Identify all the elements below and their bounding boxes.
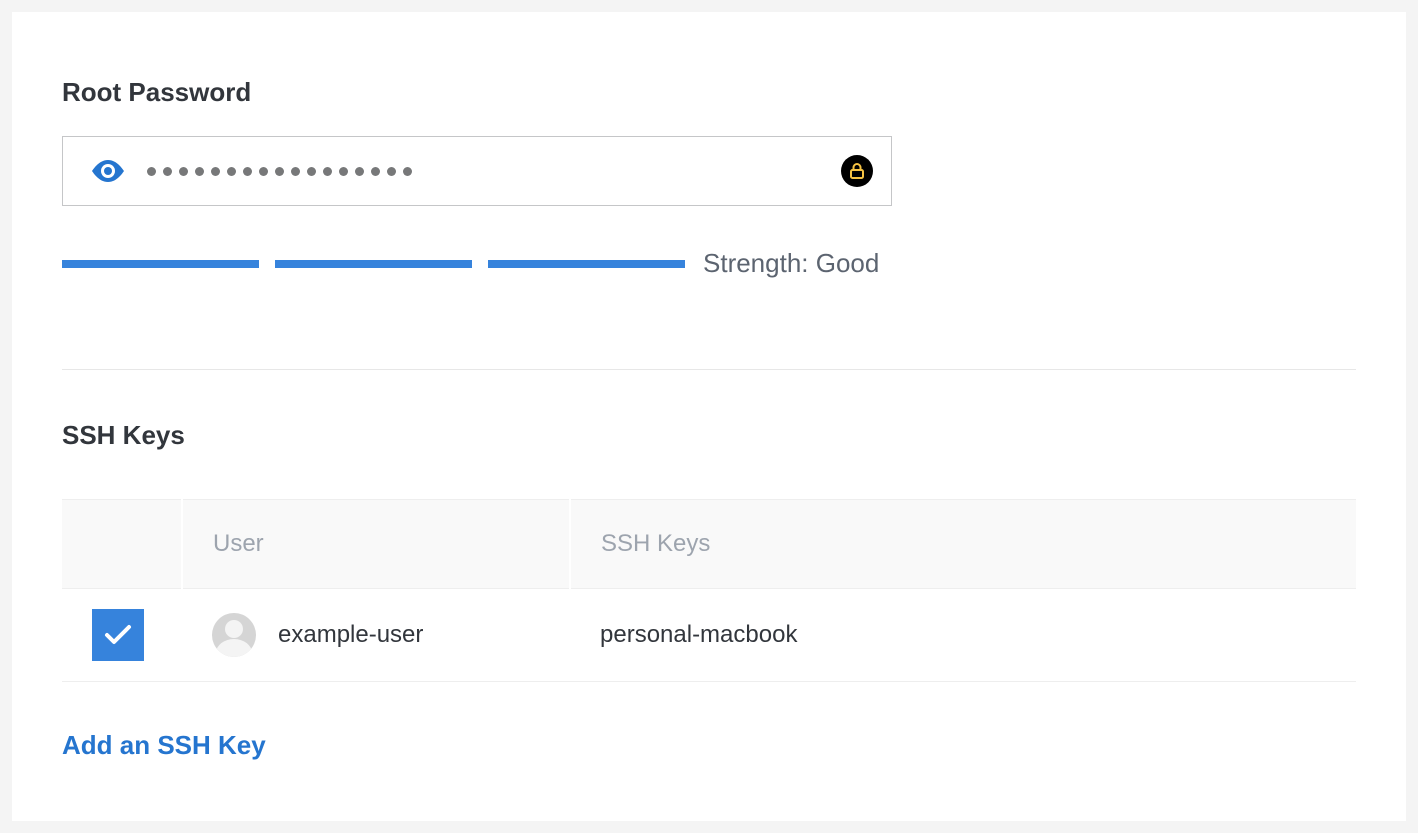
column-header-ssh-keys: SSH Keys [570,500,1356,589]
key-label-cell: personal-macbook [570,589,1356,682]
root-password-label: Root Password [62,77,1356,108]
avatar-icon [212,613,256,657]
user-name: example-user [278,621,423,649]
strength-bar-2 [275,260,472,268]
password-masked-value [145,167,821,176]
column-header-user: User [182,500,570,589]
strength-bar-3 [488,260,685,268]
keychain-icon[interactable] [841,155,873,187]
ssh-keys-table: User SSH Keys example-user [62,499,1356,682]
settings-panel: Root Password Strength: Good [12,12,1406,821]
add-ssh-key-link[interactable]: Add an SSH Key [62,730,266,761]
row-checkbox[interactable] [92,609,144,661]
section-divider [62,369,1356,370]
strength-label: Strength: Good [703,248,879,279]
checkbox-cell [62,589,182,682]
column-header-checkbox [62,500,182,589]
strength-bars [62,260,685,268]
root-password-input[interactable] [62,136,892,206]
strength-bar-1 [62,260,259,268]
user-cell: example-user [182,589,570,682]
password-strength-row: Strength: Good [62,248,1356,279]
table-row: example-user personal-macbook [62,589,1356,682]
eye-icon[interactable] [91,154,125,188]
ssh-keys-heading: SSH Keys [62,420,1356,451]
check-icon [104,624,132,646]
ssh-key-label: personal-macbook [600,621,797,648]
